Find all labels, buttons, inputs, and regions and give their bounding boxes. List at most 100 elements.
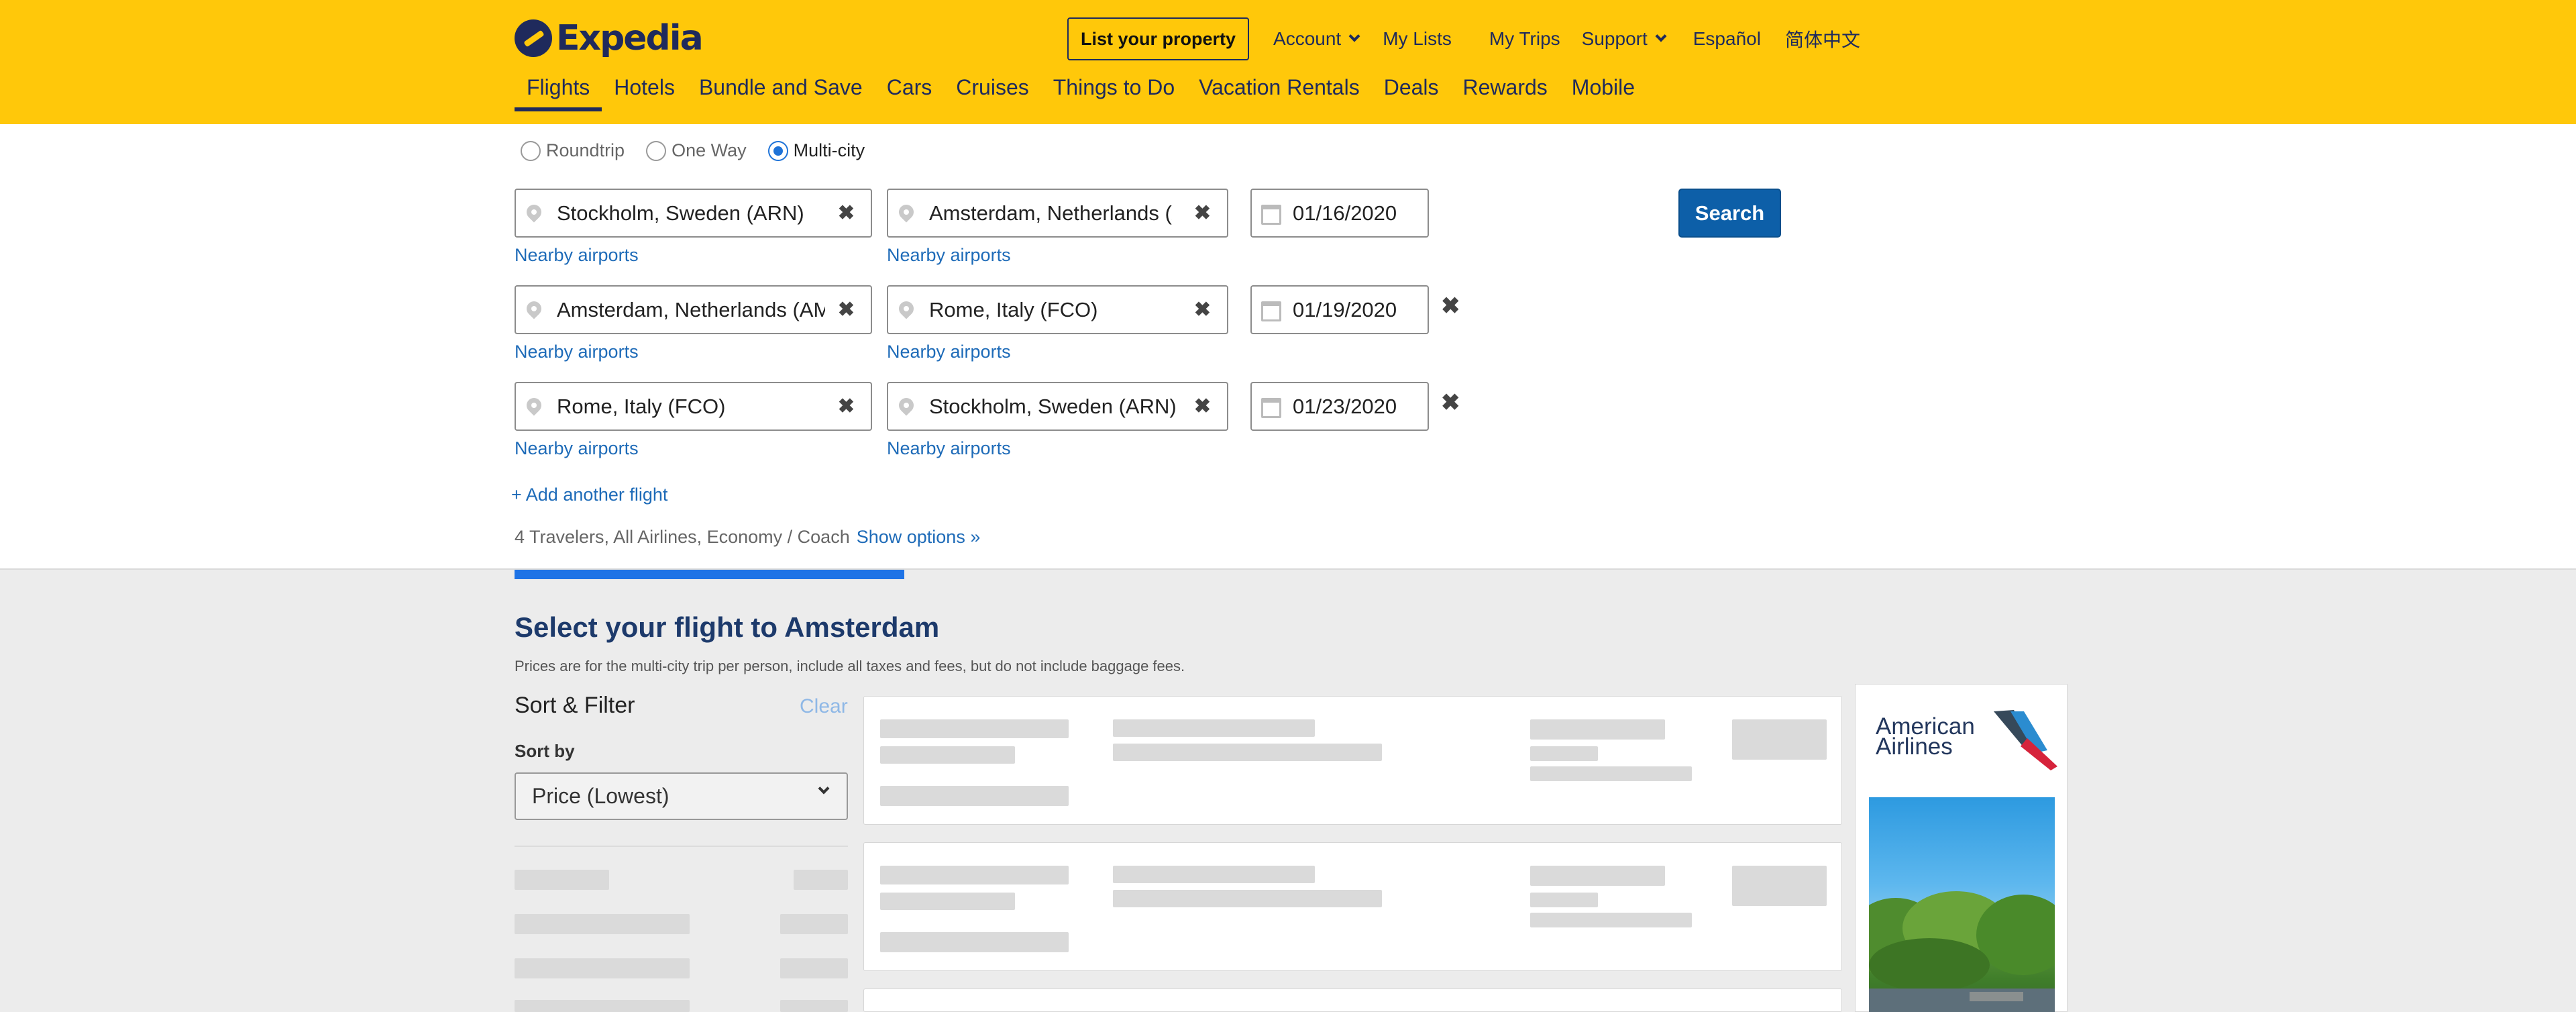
- location-pin-icon: [523, 395, 545, 416]
- language-espanol-link[interactable]: Español: [1693, 28, 1761, 50]
- filter-skeleton: [515, 914, 690, 934]
- options-summary: 4 Travelers, All Airlines, Economy / Coa…: [515, 527, 850, 547]
- my-lists-link[interactable]: My Lists: [1383, 28, 1452, 50]
- flight-2-date-input[interactable]: 01/19/2020: [1250, 285, 1429, 334]
- clear-icon[interactable]: ✖: [838, 287, 855, 333]
- travel-options: 4 Travelers, All Airlines, Economy / Coa…: [515, 527, 980, 548]
- search-button[interactable]: Search: [1678, 189, 1781, 238]
- remove-flight-3-icon[interactable]: ✖: [1441, 389, 1460, 416]
- clear-icon[interactable]: ✖: [838, 190, 855, 236]
- list-your-property-button[interactable]: List your property: [1067, 17, 1250, 60]
- chevron-down-icon: [1655, 30, 1667, 42]
- nav-cruises[interactable]: Cruises: [944, 72, 1040, 111]
- filter-skeleton: [780, 914, 848, 934]
- american-airlines-flight-symbol-icon: [1994, 710, 2057, 770]
- site-header: Expedia List your property Account My Li…: [0, 0, 2576, 124]
- origin-value: Amsterdam, Netherlands (AM: [557, 298, 825, 321]
- sort-by-label: Sort by: [515, 741, 575, 761]
- skeleton-line: [880, 746, 1015, 764]
- nearby-airports-link[interactable]: Nearby airports: [887, 245, 1011, 266]
- flight-result-skeleton-card: [863, 696, 1842, 825]
- flight-result-skeleton-card: [863, 989, 1842, 1012]
- flight-3-origin-input[interactable]: Rome, Italy (FCO) ✖: [515, 382, 872, 431]
- flight-1-date-input[interactable]: 01/16/2020: [1250, 189, 1429, 238]
- nav-things-to-do[interactable]: Things to Do: [1041, 72, 1187, 111]
- flight-2-origin-input[interactable]: Amsterdam, Netherlands (AM ✖: [515, 285, 872, 334]
- clear-icon[interactable]: ✖: [1194, 287, 1211, 333]
- nearby-airports-link[interactable]: Nearby airports: [515, 438, 639, 459]
- nav-deals[interactable]: Deals: [1372, 72, 1451, 111]
- flight-1-origin-input[interactable]: Stockholm, Sweden (ARN) ✖: [515, 189, 872, 238]
- nav-hotels[interactable]: Hotels: [602, 72, 687, 111]
- skeleton-line: [1530, 893, 1598, 907]
- skeleton-line: [880, 932, 1069, 952]
- origin-value: Rome, Italy (FCO): [557, 395, 726, 418]
- flight-result-skeleton-card: [863, 842, 1842, 971]
- skeleton-line: [880, 866, 1069, 884]
- radio-label: Multi-city: [793, 140, 865, 160]
- flight-3-destination-input[interactable]: Stockholm, Sweden (ARN) ✖: [887, 382, 1228, 431]
- date-value: 01/16/2020: [1293, 201, 1397, 225]
- radio-label: One Way: [672, 140, 747, 160]
- radio-circle: [521, 140, 541, 161]
- trip-type-radios: Roundtrip One Way Multi-city: [521, 140, 886, 161]
- nearby-airports-link[interactable]: Nearby airports: [887, 438, 1011, 459]
- nav-mobile[interactable]: Mobile: [1560, 72, 1647, 111]
- radio-circle: [646, 140, 667, 161]
- clear-filters-link[interactable]: Clear: [800, 695, 848, 718]
- sort-by-select[interactable]: Price (Lowest): [515, 772, 848, 820]
- sort-filter-heading: Sort & Filter: [515, 693, 635, 718]
- remove-flight-2-icon[interactable]: ✖: [1441, 293, 1460, 319]
- skeleton-price: [1732, 866, 1827, 906]
- results-subtitle: Prices are for the multi-city trip per p…: [515, 658, 1185, 674]
- destination-value: Rome, Italy (FCO): [929, 298, 1098, 321]
- nav-bundle-and-save[interactable]: Bundle and Save: [687, 72, 875, 111]
- skeleton-price: [1732, 719, 1827, 760]
- skeleton-line: [1113, 866, 1315, 883]
- destination-value: Stockholm, Sweden (ARN): [929, 395, 1177, 418]
- multi-city-radio[interactable]: Multi-city: [767, 140, 865, 161]
- nearby-airports-link[interactable]: Nearby airports: [515, 342, 639, 362]
- skeleton-line: [1530, 746, 1598, 761]
- roundtrip-radio[interactable]: Roundtrip: [521, 140, 625, 161]
- flight-3-date-input[interactable]: 01/23/2020: [1250, 382, 1429, 431]
- ad-brand-text: American Airlines: [1876, 713, 1975, 760]
- support-menu[interactable]: Support: [1581, 28, 1667, 50]
- clear-icon[interactable]: ✖: [1194, 190, 1211, 236]
- my-trips-link[interactable]: My Trips: [1489, 28, 1560, 50]
- sort-value: Price (Lowest): [532, 784, 669, 808]
- language-chinese-link[interactable]: 简体中文: [1785, 26, 1860, 52]
- calendar-icon: [1261, 301, 1281, 321]
- main-nav: Flights Hotels Bundle and Save Cars Crui…: [515, 72, 1647, 111]
- filter-skeleton: [515, 958, 690, 978]
- show-options-link[interactable]: Show options »: [857, 527, 981, 548]
- clear-icon[interactable]: ✖: [1194, 383, 1211, 429]
- account-menu[interactable]: Account: [1273, 28, 1360, 50]
- nav-cars[interactable]: Cars: [875, 72, 945, 111]
- flight-2-destination-input[interactable]: Rome, Italy (FCO) ✖: [887, 285, 1228, 334]
- skeleton-line: [1530, 766, 1692, 781]
- calendar-icon: [1261, 205, 1281, 225]
- support-label: Support: [1581, 28, 1648, 49]
- skeleton-line: [1530, 719, 1665, 740]
- flight-search-panel: Roundtrip One Way Multi-city Stockholm, …: [0, 124, 2576, 570]
- location-pin-icon: [896, 298, 917, 319]
- one-way-radio[interactable]: One Way: [646, 140, 747, 161]
- radio-circle-selected: [767, 140, 788, 161]
- calendar-icon: [1261, 398, 1281, 418]
- american-airlines-ad[interactable]: American Airlines: [1855, 684, 2068, 1012]
- nearby-airports-link[interactable]: Nearby airports: [887, 342, 1011, 362]
- flight-1-destination-input[interactable]: Amsterdam, Netherlands (A ✖: [887, 189, 1228, 238]
- expedia-logo[interactable]: Expedia: [515, 16, 704, 60]
- nav-vacation-rentals[interactable]: Vacation Rentals: [1187, 72, 1372, 111]
- nav-rewards[interactable]: Rewards: [1451, 72, 1560, 111]
- skeleton-line: [880, 719, 1069, 738]
- location-pin-icon: [896, 201, 917, 223]
- skeleton-line: [1113, 744, 1382, 761]
- chevron-down-icon: [818, 782, 830, 795]
- expedia-plane-icon: [515, 19, 552, 57]
- nav-flights[interactable]: Flights: [515, 72, 602, 111]
- add-another-flight-link[interactable]: + Add another flight: [511, 485, 667, 505]
- nearby-airports-link[interactable]: Nearby airports: [515, 245, 639, 266]
- clear-icon[interactable]: ✖: [838, 383, 855, 429]
